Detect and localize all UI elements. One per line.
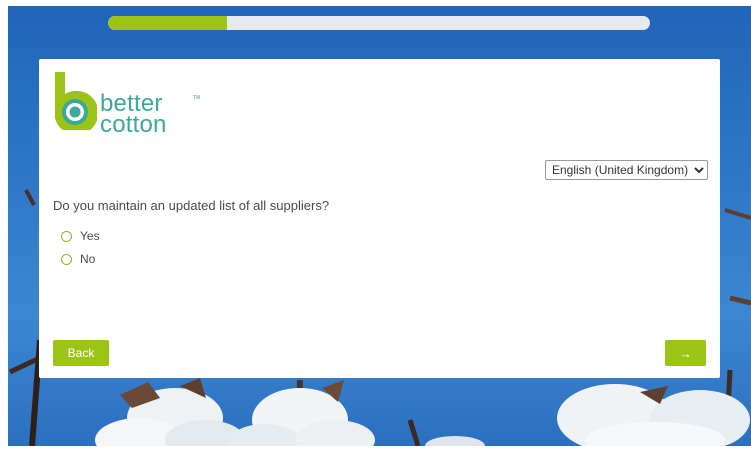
back-button[interactable]: Back (53, 340, 109, 366)
radio-no[interactable] (61, 253, 72, 265)
logo-wordmark: better cotton (100, 92, 167, 138)
question-text: Do you maintain an updated list of all s… (53, 198, 330, 213)
logo-trademark: TM (193, 95, 201, 101)
survey-card: better cotton TM English (United Kingdom… (39, 59, 720, 378)
bottom-border (0, 446, 751, 451)
language-select[interactable]: English (United Kingdom) (545, 160, 708, 180)
progress-bar-fill (108, 16, 228, 30)
logo-word-cotton: cotton (100, 111, 167, 138)
next-button[interactable]: → (665, 340, 706, 366)
better-cotton-logo: better cotton TM (53, 72, 200, 138)
option-no[interactable]: No (61, 252, 95, 266)
option-yes-label: Yes (80, 229, 100, 243)
progress-bar (108, 16, 650, 30)
cotton-boll-logo-icon (55, 72, 99, 135)
radio-yes[interactable] (61, 230, 72, 242)
option-no-label: No (80, 252, 96, 266)
option-yes[interactable]: Yes (61, 229, 100, 243)
